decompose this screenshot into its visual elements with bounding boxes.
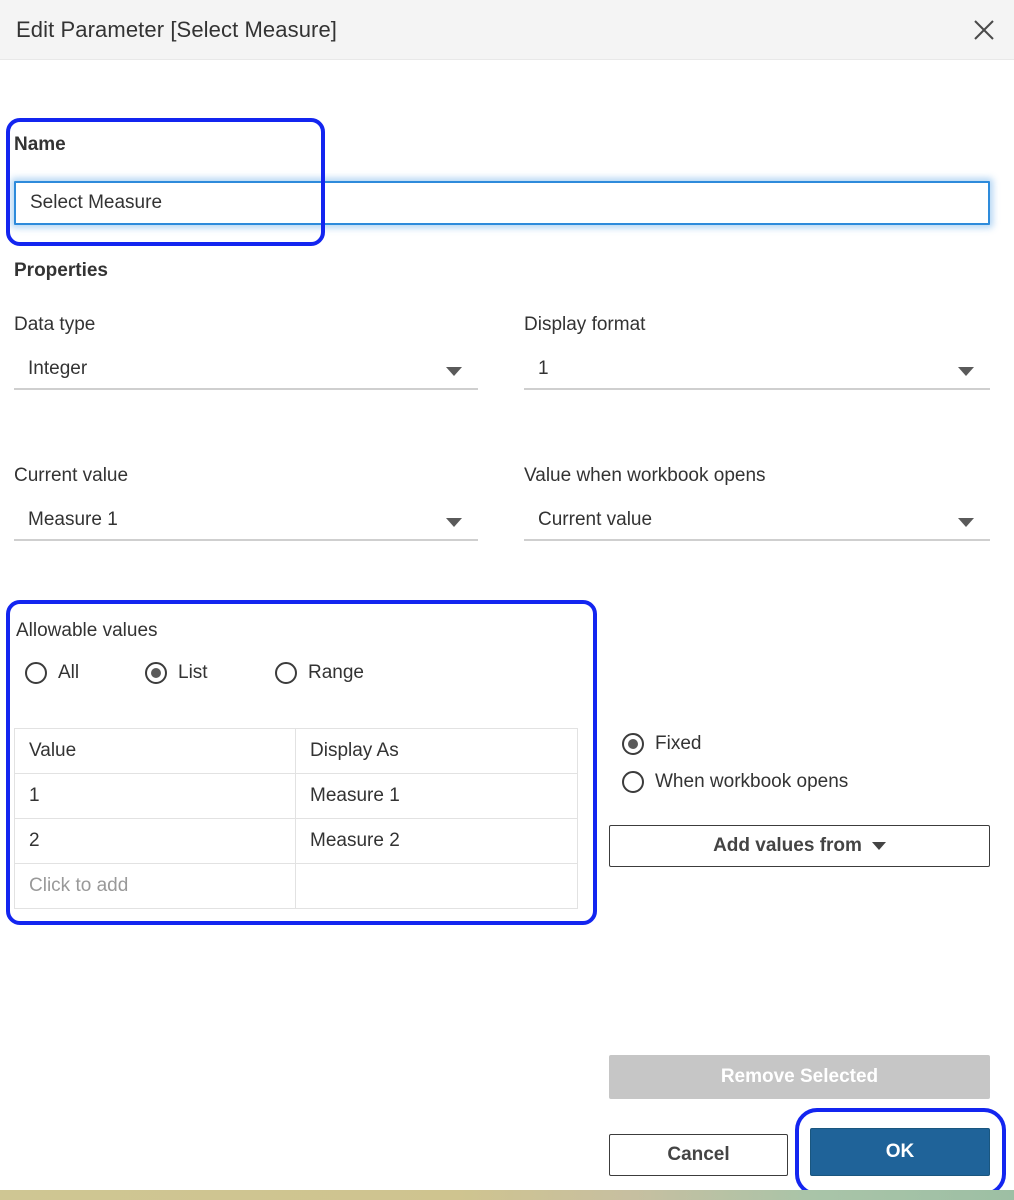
allowable-values-heading: Allowable values <box>16 620 158 641</box>
chevron-down-icon <box>446 518 462 527</box>
display-format-value: 1 <box>538 358 549 379</box>
edit-parameter-dialog: Edit Parameter [Select Measure] Name Pro… <box>0 0 1014 1200</box>
cell-value[interactable]: 2 <box>14 818 296 864</box>
current-value-value: Measure 1 <box>28 509 118 530</box>
radio-fixed[interactable]: Fixed <box>622 733 701 755</box>
data-type-dropdown[interactable]: Integer <box>14 354 478 390</box>
add-values-from-button[interactable]: Add values from <box>609 825 990 867</box>
cell-display-as[interactable]: Measure 1 <box>295 773 578 819</box>
radio-allowable-all[interactable]: All <box>25 662 79 684</box>
radio-fixed-label: Fixed <box>655 733 702 754</box>
table-header-row: Value Display As <box>14 728 578 774</box>
display-format-dropdown[interactable]: 1 <box>524 354 990 390</box>
value-when-workbook-opens-dropdown[interactable]: Current value <box>524 505 990 541</box>
display-format-label: Display format <box>524 314 646 335</box>
properties-heading: Properties <box>14 260 108 281</box>
radio-circle-icon <box>25 662 47 684</box>
ok-button[interactable]: OK <box>810 1128 990 1176</box>
dialog-title: Edit Parameter [Select Measure] <box>16 17 338 42</box>
chevron-down-icon <box>446 367 462 376</box>
allowable-values-table: Value Display As 1 Measure 1 2 Measure 2… <box>14 728 578 909</box>
column-header-value: Value <box>14 728 296 774</box>
cell-display-as[interactable]: Measure 2 <box>295 818 578 864</box>
radio-when-workbook-opens[interactable]: When workbook opens <box>622 771 848 793</box>
chevron-down-icon <box>871 842 886 850</box>
ok-label: OK <box>885 1141 915 1162</box>
current-value-dropdown[interactable]: Measure 1 <box>14 505 478 541</box>
add-values-from-label: Add values from <box>713 835 862 856</box>
click-to-add-cell[interactable]: Click to add <box>14 863 296 909</box>
cancel-button[interactable]: Cancel <box>609 1134 788 1176</box>
radio-circle-icon <box>275 662 297 684</box>
value-when-workbook-opens-label: Value when workbook opens <box>524 465 766 486</box>
bottom-accent-strip <box>0 1190 1014 1200</box>
table-row[interactable]: 2 Measure 2 <box>14 818 578 864</box>
current-value-label: Current value <box>14 465 129 486</box>
table-row[interactable]: 1 Measure 1 <box>14 773 578 819</box>
cell-value[interactable]: 1 <box>14 773 296 819</box>
dialog-titlebar: Edit Parameter [Select Measure] <box>0 0 1014 60</box>
data-type-value: Integer <box>28 358 88 379</box>
chevron-down-icon <box>958 518 974 527</box>
radio-circle-icon <box>622 771 644 793</box>
radio-allowable-range[interactable]: Range <box>275 662 364 684</box>
cancel-label: Cancel <box>667 1144 730 1165</box>
column-header-display-as: Display As <box>295 728 578 774</box>
remove-selected-label: Remove Selected <box>720 1066 879 1087</box>
click-to-add-display-cell[interactable] <box>295 863 578 909</box>
radio-allowable-range-label: Range <box>308 662 364 683</box>
data-type-label: Data type <box>14 314 96 335</box>
remove-selected-button: Remove Selected <box>609 1055 990 1099</box>
radio-circle-selected-icon <box>622 733 644 755</box>
radio-circle-selected-icon <box>145 662 167 684</box>
table-add-row[interactable]: Click to add <box>14 863 578 909</box>
radio-allowable-list-label: List <box>178 662 208 683</box>
radio-when-workbook-opens-label: When workbook opens <box>655 771 849 792</box>
close-icon[interactable] <box>966 12 1002 48</box>
radio-allowable-list[interactable]: List <box>145 662 208 684</box>
radio-allowable-all-label: All <box>58 662 80 683</box>
name-label: Name <box>14 134 66 155</box>
name-input[interactable] <box>14 181 990 225</box>
chevron-down-icon <box>958 367 974 376</box>
value-when-workbook-opens-value: Current value <box>538 509 653 530</box>
